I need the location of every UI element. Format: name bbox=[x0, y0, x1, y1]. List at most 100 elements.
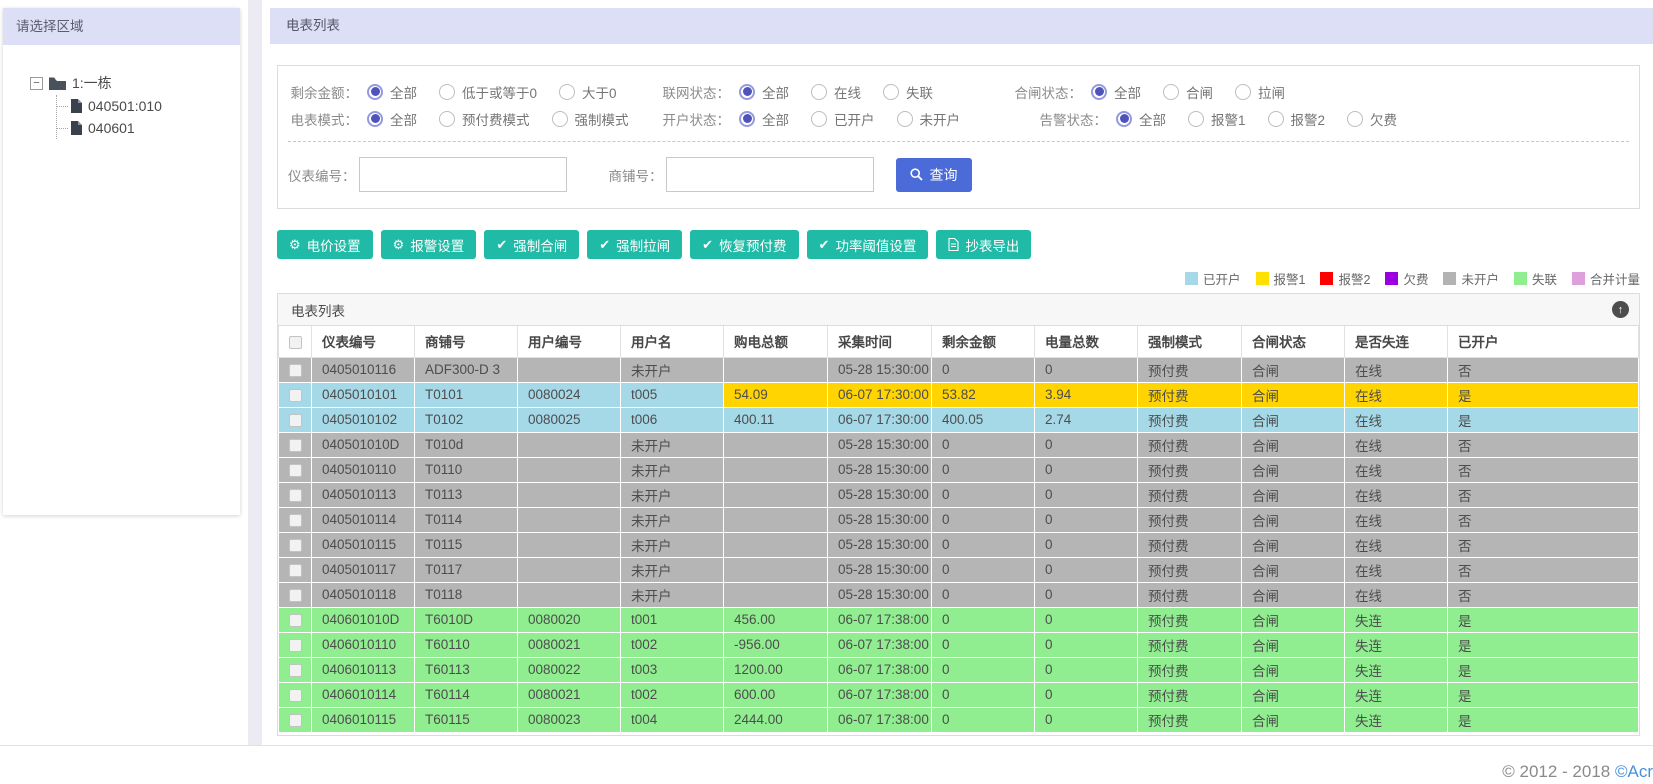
table-row[interactable]: 0405010102 T0102 0080025 t006 400.11 06-07 17… bbox=[278, 406, 1639, 433]
radio-button[interactable] bbox=[1347, 110, 1364, 127]
table-row[interactable]: 0406010113 T60113 0080022 t003 1200.00 06-07 … bbox=[278, 656, 1639, 683]
table-cell bbox=[723, 556, 828, 583]
radio-button[interactable] bbox=[739, 83, 755, 100]
radio-button[interactable] bbox=[1091, 83, 1107, 100]
tree-root-node[interactable]: − 1:一栋 bbox=[30, 73, 240, 93]
restore-prepaid-button[interactable]: ✔ 恢复预付费 bbox=[690, 230, 799, 259]
row-checkbox[interactable] bbox=[288, 663, 302, 677]
meter-reading-export-button[interactable]: 抄表导出 bbox=[936, 230, 1032, 259]
radio-option[interactable]: 全部 bbox=[1091, 82, 1141, 102]
table-row[interactable]: 0405010117 T0117 未开户 05-28 15:30:00 0 0 预付费 合闸在… bbox=[278, 556, 1639, 583]
radio-button[interactable] bbox=[1188, 110, 1204, 127]
row-checkbox[interactable] bbox=[288, 413, 302, 427]
select-all-checkbox[interactable] bbox=[288, 335, 302, 349]
row-checkbox[interactable] bbox=[288, 363, 302, 377]
row-checkbox[interactable] bbox=[288, 438, 302, 452]
tree-node[interactable]: 040601 bbox=[57, 117, 240, 139]
table-row[interactable]: 0405010118 T0118 未开户 05-28 15:30:00 0 0 预付费 合闸在… bbox=[278, 581, 1639, 608]
radio-option[interactable]: 合闸 bbox=[1163, 82, 1213, 102]
radio-option[interactable]: 全部 bbox=[739, 82, 789, 102]
meter-number-input[interactable] bbox=[358, 157, 567, 192]
row-checkbox[interactable] bbox=[288, 638, 302, 652]
radio-button[interactable] bbox=[811, 83, 827, 100]
row-checkbox[interactable] bbox=[288, 563, 302, 577]
row-select-cell bbox=[278, 556, 312, 583]
radio-option[interactable]: 欠费 bbox=[1347, 109, 1397, 129]
tree-collapse-icon[interactable]: − bbox=[30, 76, 43, 90]
table-row[interactable]: 0405010116 ADF300-D 3 未开户 05-28 15:30:00 0 0 预… bbox=[278, 356, 1639, 383]
radio-button[interactable] bbox=[896, 110, 913, 127]
table-cell: t004 bbox=[620, 706, 724, 733]
radio-button[interactable] bbox=[1235, 83, 1251, 100]
row-checkbox[interactable] bbox=[288, 388, 302, 402]
table-cell: 0 bbox=[1034, 356, 1138, 383]
alarm-settings-button[interactable]: ⚙ 报警设置 bbox=[380, 230, 477, 259]
radio-button[interactable] bbox=[1267, 110, 1284, 127]
row-checkbox[interactable] bbox=[288, 588, 302, 602]
row-checkbox[interactable] bbox=[288, 613, 302, 627]
table-cell: 0 bbox=[931, 456, 1035, 483]
table-cell: 0405010110 bbox=[311, 456, 415, 483]
panel-collapse-icon[interactable]: ↑ bbox=[1612, 301, 1629, 318]
radio-option[interactable]: 大于0 bbox=[559, 82, 617, 102]
radio-option[interactable]: 报警2 bbox=[1267, 109, 1325, 129]
radio-button[interactable] bbox=[439, 83, 455, 100]
row-select-cell bbox=[278, 481, 312, 508]
table-row[interactable]: 0405010101 T0101 0080024 t005 54.09 06-07 17:… bbox=[278, 381, 1639, 408]
radio-button[interactable] bbox=[551, 110, 568, 127]
table-cell: 0 bbox=[1034, 681, 1138, 708]
radio-option[interactable]: 未开户 bbox=[896, 109, 960, 129]
table-row[interactable]: 0406010110 T60110 0080021 t002 -956.00 06-07 … bbox=[278, 631, 1639, 658]
radio-option[interactable]: 在线 bbox=[811, 82, 861, 102]
radio-option[interactable]: 全部 bbox=[367, 109, 417, 129]
radio-button[interactable] bbox=[367, 110, 383, 127]
electricity-price-settings-button[interactable]: ⚙ 电价设置 bbox=[277, 230, 373, 259]
table-row[interactable]: 0406010115 T60115 0080023 t004 2444.00 06-07 … bbox=[278, 706, 1639, 733]
copyright-link[interactable]: ©Acr bbox=[1615, 762, 1653, 781]
radio-button[interactable] bbox=[883, 83, 899, 100]
row-checkbox[interactable] bbox=[288, 688, 302, 702]
table-cell: 否 bbox=[1447, 506, 1639, 533]
row-select-cell bbox=[278, 581, 312, 608]
radio-option[interactable]: 拉闸 bbox=[1235, 82, 1285, 102]
radio-option[interactable]: 失联 bbox=[883, 82, 933, 102]
radio-button[interactable] bbox=[1163, 83, 1179, 100]
radio-option[interactable]: 全部 bbox=[1116, 109, 1166, 129]
row-checkbox[interactable] bbox=[288, 713, 302, 727]
radio-button[interactable] bbox=[439, 110, 455, 127]
radio-option[interactable]: 全部 bbox=[739, 109, 789, 129]
legend-swatch bbox=[1571, 272, 1585, 285]
table-row[interactable]: 0405010114 T0114 未开户 05-28 15:30:00 0 0 预付费 合闸在… bbox=[278, 506, 1639, 533]
force-open-switch-button[interactable]: ✔ 强制拉闸 bbox=[587, 230, 683, 259]
tree-node[interactable]: 040501:010 bbox=[57, 95, 240, 117]
radio-button[interactable] bbox=[739, 110, 755, 127]
radio-option[interactable]: 预付费模式 bbox=[439, 109, 530, 129]
radio-button[interactable] bbox=[367, 83, 383, 100]
row-checkbox[interactable] bbox=[288, 488, 302, 502]
legend-label: 失联 bbox=[1531, 273, 1557, 287]
radio-option[interactable]: 全部 bbox=[367, 82, 417, 102]
radio-button[interactable] bbox=[811, 110, 827, 127]
table-cell: 0405010102 bbox=[311, 406, 415, 433]
query-button[interactable]: 查询 bbox=[895, 157, 972, 192]
row-checkbox[interactable] bbox=[288, 513, 302, 527]
table-row[interactable]: 0405010110 T0110 未开户 05-28 15:30:00 0 0 预付费 合闸在… bbox=[278, 456, 1639, 483]
table-cell: 预付费 bbox=[1137, 456, 1242, 483]
table-row[interactable]: 0406010114 T60114 0080021 t002 600.00 06-07 1… bbox=[278, 681, 1639, 708]
radio-option[interactable]: 低于或等于0 bbox=[439, 82, 537, 102]
table-cell: 0 bbox=[1034, 706, 1138, 733]
row-checkbox[interactable] bbox=[288, 538, 302, 552]
table-row[interactable]: 040601010D T6010D 0080020 t001 456.00 06-07 1… bbox=[278, 606, 1639, 633]
row-checkbox[interactable] bbox=[288, 463, 302, 477]
power-threshold-settings-button[interactable]: ✔ 功率阈值设置 bbox=[806, 230, 929, 259]
radio-button[interactable] bbox=[559, 83, 576, 100]
radio-option[interactable]: 报警1 bbox=[1188, 109, 1246, 129]
shop-number-input[interactable] bbox=[665, 157, 874, 192]
radio-button[interactable] bbox=[1116, 110, 1132, 127]
table-row[interactable]: 040501010D T010d 未开户 05-28 15:30:00 0 0 预付费 合闸在… bbox=[278, 431, 1639, 458]
table-row[interactable]: 0405010115 T0115 未开户 05-28 15:30:00 0 0 预付费 合闸在… bbox=[278, 531, 1639, 558]
force-close-switch-button[interactable]: ✔ 强制合闸 bbox=[484, 230, 580, 259]
radio-option[interactable]: 已开户 bbox=[811, 109, 875, 129]
table-row[interactable]: 0405010113 T0113 未开户 05-28 15:30:00 0 0 预付费 合闸在… bbox=[278, 481, 1639, 508]
radio-option[interactable]: 强制模式 bbox=[551, 109, 629, 129]
